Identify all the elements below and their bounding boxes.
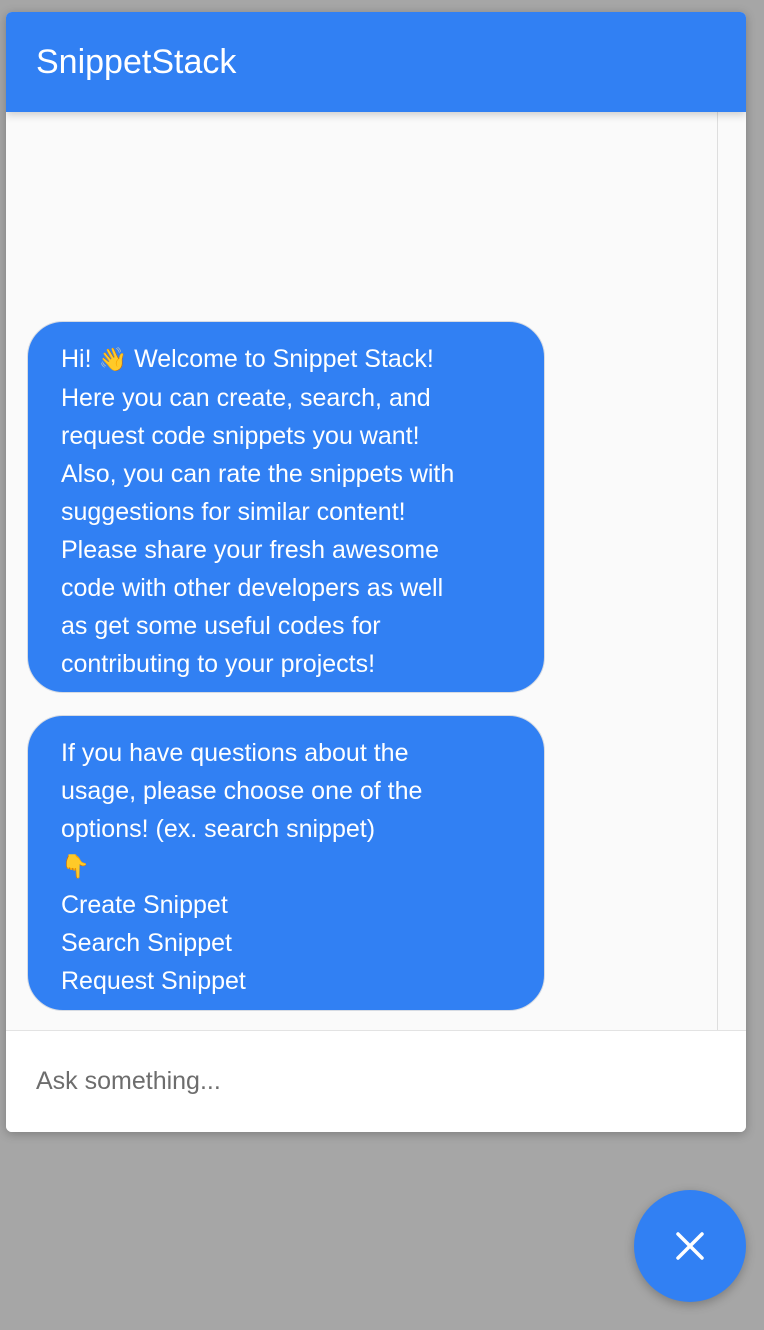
message-line: usage, please choose one of the [61, 777, 423, 805]
option-create-snippet[interactable]: Create Snippet [61, 886, 512, 924]
chat-window: SnippetStack Hi! 👋 Welcome to Snippet St… [6, 12, 746, 1132]
message-line: contributing to your projects! [61, 650, 376, 678]
message-line: Here you can create, search, and [61, 384, 431, 412]
option-request-snippet[interactable]: Request Snippet [61, 962, 512, 1000]
input-bar [6, 1030, 746, 1132]
option-search-snippet[interactable]: Search Snippet [61, 924, 512, 962]
message-line: Also, you can rate the snippets with [61, 460, 455, 488]
message-line: If you have questions about the [61, 739, 409, 767]
message-line: suggestions for similar content! [61, 498, 406, 526]
close-icon [676, 1232, 704, 1260]
chat-input[interactable] [6, 1031, 746, 1132]
scrollbar-track[interactable] [717, 112, 718, 1030]
waving-hand-icon: 👋 [98, 347, 128, 373]
bot-message-welcome: Hi! 👋 Welcome to Snippet Stack! Here you… [27, 321, 545, 693]
message-line: options! (ex. search snippet) [61, 815, 376, 843]
message-area[interactable]: Hi! 👋 Welcome to Snippet Stack! Here you… [6, 112, 746, 1030]
message-line: code with other developers as well [61, 574, 444, 602]
pointing-down-icon: 👇 [61, 854, 90, 880]
message-line: as get some useful codes for [61, 612, 381, 640]
message-text: Hi! [61, 345, 99, 373]
message-line: request code snippets you want! [61, 422, 420, 450]
close-chat-button[interactable] [634, 1190, 746, 1302]
message-line: Please share your fresh awesome [61, 536, 439, 564]
bot-message-options: If you have questions about the usage, p… [27, 715, 545, 1011]
message-line: Hi! 👋 Welcome to Snippet Stack! [61, 340, 512, 379]
message-text: Welcome to Snippet Stack! [127, 345, 434, 373]
chat-header-title: SnippetStack [6, 12, 746, 112]
